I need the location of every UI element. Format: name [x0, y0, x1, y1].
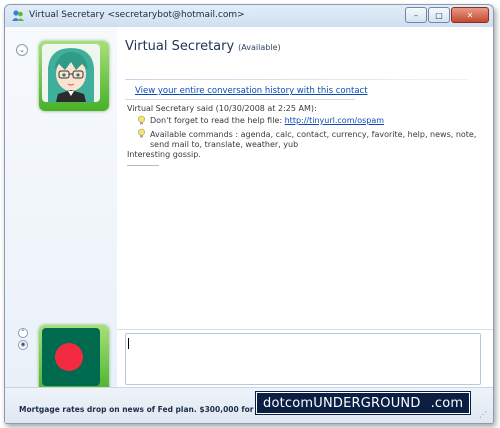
webcam-icon[interactable]: ◉ [18, 340, 28, 350]
close-button[interactable]: ✕ [451, 7, 489, 23]
commands-text: Available commands : agenda, calc, conta… [150, 130, 477, 149]
conversation-pane: Virtual Secretary (Available) View your e… [117, 27, 493, 423]
message-input[interactable] [125, 333, 481, 385]
title-bar[interactable]: Virtual Secretary <secretarybot@hotmail.… [5, 5, 493, 28]
contact-header: Virtual Secretary (Available) [125, 39, 281, 54]
gossip-text: Interesting gossip. [127, 150, 201, 159]
contact-avatar[interactable] [39, 41, 109, 111]
input-divider [117, 329, 493, 330]
bangladesh-flag-icon [42, 328, 100, 386]
history-link[interactable]: View your entire conversation history wi… [135, 86, 368, 96]
sender-line: Virtual Secretary said (10/30/2008 at 2:… [127, 104, 317, 113]
contact-name: Virtual Secretary [125, 39, 235, 54]
lightbulb-icon [137, 115, 146, 125]
minimize-button[interactable]: – [405, 7, 427, 23]
messenger-icon [12, 10, 24, 21]
window-controls: – □ ✕ [404, 7, 489, 23]
history-divider [125, 99, 355, 100]
chat-window: Virtual Secretary <secretarybot@hotmail.… [4, 4, 494, 424]
header-divider [125, 79, 469, 80]
text-caret [128, 338, 129, 349]
own-avatar[interactable] [39, 325, 109, 395]
expand-chevron-icon[interactable]: ⌃ [18, 328, 28, 338]
watermark-suffix: .com [430, 395, 464, 411]
message-end-divider [127, 165, 159, 166]
anime-girl-avatar-icon [42, 44, 100, 102]
resize-grip-icon[interactable]: ⋰ [479, 410, 487, 419]
watermark-logo: dotcomUNDERGROUND .com [256, 392, 471, 414]
message-help: Don't forget to read the help file: http… [150, 116, 384, 125]
display-picture-column: ⌄ ⌃ ◉ [5, 27, 117, 423]
collapse-chevron-icon[interactable]: ⌄ [16, 44, 28, 56]
maximize-button[interactable]: □ [428, 7, 450, 23]
watermark-text: dotcomUNDERGROUND [263, 395, 421, 411]
contact-status: (Available) [238, 43, 281, 52]
help-file-link[interactable]: http://tinyurl.com/ospam [285, 116, 384, 125]
message-help-text: Don't forget to read the help file: [150, 116, 285, 125]
window-title: Virtual Secretary <secretarybot@hotmail.… [29, 10, 245, 20]
message-commands: Available commands : agenda, calc, conta… [127, 130, 477, 160]
